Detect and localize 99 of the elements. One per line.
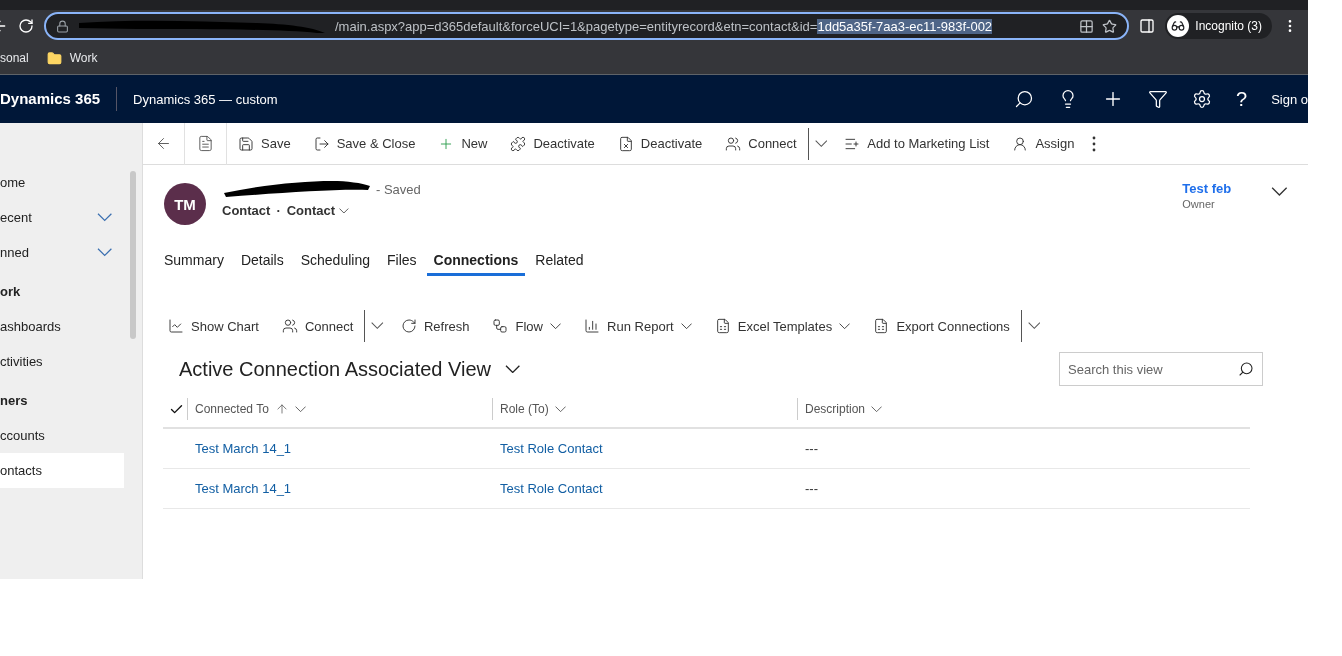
command-button[interactable]: Connect <box>714 127 809 160</box>
chevron-down-icon <box>96 248 112 257</box>
table-cell-link[interactable]: Test March 14_1 <box>187 441 492 456</box>
lock-icon <box>56 19 69 33</box>
person-icon <box>1012 135 1029 152</box>
table-cell-text: --- <box>804 481 819 496</box>
command-button[interactable]: Refresh <box>389 310 482 342</box>
people-icon <box>725 135 742 152</box>
sidebar-item[interactable]: ome <box>0 165 124 200</box>
chevron-down-icon <box>339 207 349 214</box>
command-button[interactable]: Export Connections <box>862 310 1022 342</box>
entity-label: Contact <box>222 203 271 218</box>
bookmark[interactable]: Work <box>46 50 98 66</box>
chevron-down-icon <box>680 322 692 330</box>
command-button[interactable]: New <box>427 127 500 160</box>
command-button[interactable]: Run Report <box>573 310 704 342</box>
column-header[interactable]: Role (To) <box>492 398 797 420</box>
sign-in-link[interactable]: Sign o <box>1271 91 1308 107</box>
bookmark[interactable]: sonal <box>0 51 29 65</box>
table-cell-link[interactable]: Test Role Contact <box>492 441 797 456</box>
sidebar-group-title: ork <box>0 283 22 301</box>
command-button[interactable]: Show Chart <box>157 310 271 342</box>
spreadsheet-icon <box>714 318 731 334</box>
address-field[interactable]: /main.aspx?app=d365default&forceUCI=1&pagetype=entityrecord&etn=contact&id=1dd5a35f-7aa3-ec11-983f-002 <box>44 12 1130 40</box>
scrollbar-thumb[interactable] <box>130 171 136 339</box>
more-icon <box>1092 135 1097 152</box>
tab[interactable]: Scheduling <box>293 243 377 276</box>
view-selector[interactable]: Active Connection Associated View <box>179 357 521 381</box>
form-selector[interactable]: Contact <box>286 203 349 218</box>
tab[interactable]: Summary <box>157 243 231 276</box>
chevron-down-icon[interactable] <box>1271 187 1288 197</box>
reload-icon[interactable] <box>18 18 34 34</box>
chevron-down-icon <box>371 322 384 330</box>
command-button[interactable]: Excel Templates <box>703 310 863 342</box>
command-button[interactable]: Connect <box>270 310 366 342</box>
grid-icon[interactable] <box>1079 18 1095 34</box>
app-title: Dynamics 365 — custom <box>132 91 279 107</box>
column-header[interactable]: Description <box>797 398 1250 420</box>
star-icon[interactable] <box>1102 18 1118 34</box>
back-icon <box>155 135 172 152</box>
tab[interactable]: Connections <box>426 243 526 276</box>
table-cell-link[interactable]: Test Role Contact <box>492 481 797 496</box>
avatar: TM <box>164 183 206 225</box>
owner-link[interactable]: Test feb <box>1182 181 1232 196</box>
flow-icon <box>492 318 509 334</box>
search-field[interactable]: Search this view <box>1059 352 1263 386</box>
incognito-icon <box>1167 15 1190 37</box>
save-icon <box>238 135 254 152</box>
side-panel-icon[interactable] <box>1139 18 1156 34</box>
url-text: /main.aspx?app=d365default&forceUCI=1&pagetype=entityrecord&etn=contact&id=1dd5a35f-7aa3-ec11-983f-002 <box>335 18 993 34</box>
command-button[interactable]: Assign <box>1001 127 1087 160</box>
command-button[interactable]: Deactivate <box>499 127 607 160</box>
folder-icon <box>46 50 62 66</box>
save-close-icon <box>313 135 330 152</box>
command-button[interactable]: Flow <box>481 310 574 342</box>
sidebar-item[interactable]: ecent <box>0 200 124 235</box>
separator: · <box>276 203 281 218</box>
sidebar-item[interactable]: ashboards <box>0 309 124 344</box>
command-button[interactable]: Save <box>227 127 303 160</box>
sidebar-item[interactable]: ctivities <box>0 344 124 379</box>
settings-icon[interactable] <box>1192 89 1212 109</box>
chevron-down-icon <box>505 364 521 374</box>
bar-chart-icon <box>584 318 601 334</box>
chevron-down-icon <box>814 139 828 148</box>
spreadsheet-icon <box>873 318 890 334</box>
help-button[interactable]: ? <box>1236 87 1248 111</box>
puzzle-icon <box>510 135 527 152</box>
table-cell-text: --- <box>804 441 819 456</box>
save-status: - Saved <box>376 181 421 197</box>
document-icon <box>197 135 214 152</box>
chevron-down-icon <box>1027 322 1041 330</box>
sidebar-group-title: ners <box>0 392 29 410</box>
app-brand: Dynamics 365 <box>0 87 118 111</box>
search-icon <box>1238 361 1254 377</box>
owner-label: Owner <box>1182 198 1216 210</box>
sidebar-item[interactable]: nned <box>0 235 124 270</box>
command-button[interactable]: Deactivate <box>606 127 715 160</box>
chevron-down-icon <box>839 322 851 330</box>
tab[interactable]: Details <box>233 243 291 276</box>
chevron-down-icon <box>871 405 883 413</box>
chevron-down-icon <box>549 322 562 330</box>
table-cell-link[interactable]: Test March 14_1 <box>187 481 492 496</box>
search-icon[interactable] <box>1014 89 1034 109</box>
column-header[interactable]: Connected To <box>187 398 492 420</box>
refresh-icon <box>400 318 417 334</box>
profile-button[interactable]: Incognito (3) <box>1165 13 1272 39</box>
file-x-icon <box>617 135 634 152</box>
chevron-down-icon <box>96 213 112 222</box>
sidebar-item[interactable]: ontacts <box>0 453 124 488</box>
filter-icon[interactable] <box>1148 89 1168 109</box>
sidebar-item[interactable]: ccounts <box>0 418 124 453</box>
chart-icon <box>168 318 184 334</box>
command-button[interactable]: Add to Marketing List <box>833 127 1002 160</box>
tab[interactable]: Related <box>528 243 591 276</box>
people-icon <box>281 318 298 334</box>
tab[interactable]: Files <box>380 243 424 276</box>
chevron-down-icon <box>554 405 566 413</box>
chevron-down-icon <box>294 405 307 413</box>
command-button[interactable]: Save & Close <box>302 127 428 160</box>
